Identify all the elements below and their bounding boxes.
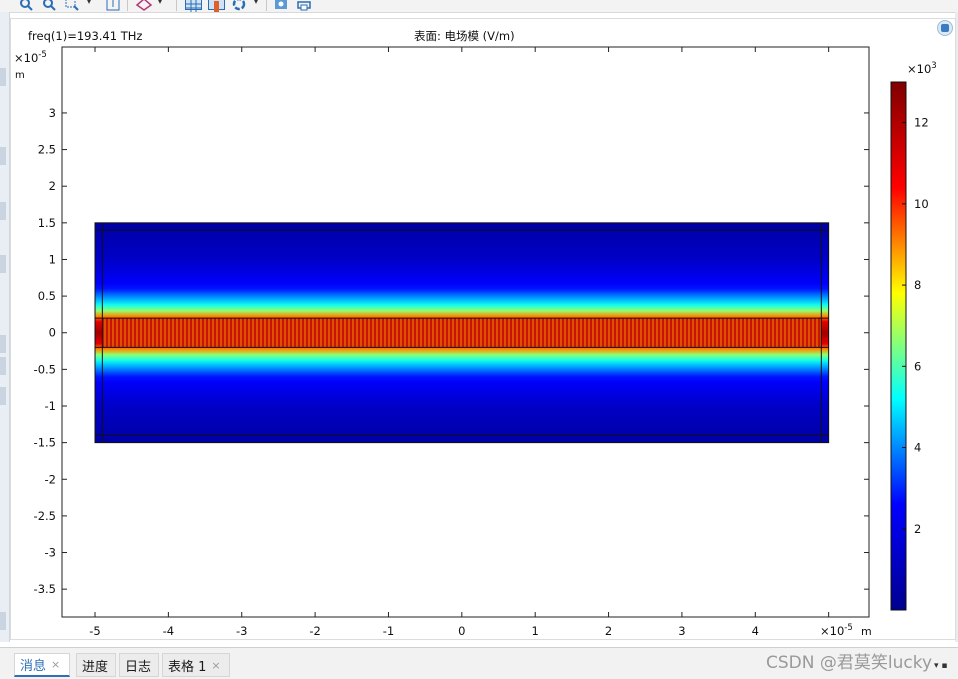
y-tick-label: 0 — [49, 326, 56, 340]
y-tick-label: 0.5 — [38, 289, 56, 303]
y-unit-label: m — [15, 70, 25, 81]
svg-text:×103: ×103 — [907, 61, 937, 76]
colorbar-exponent-label: ×103 — [907, 61, 937, 76]
y-tick-label: -3.5 — [34, 582, 56, 596]
colorbar-gradient — [890, 81, 907, 611]
y-tick-label: -0.5 — [34, 362, 56, 376]
colorbar-exponent-base: ×10 — [907, 62, 931, 76]
y-tick-label: 1.5 — [38, 216, 56, 230]
tab-progress-label: 进度 — [82, 659, 109, 675]
y-tick-label: -2 — [45, 472, 56, 486]
x-tick-label: -4 — [163, 624, 174, 638]
y-tick-label: 1 — [49, 252, 56, 266]
y-exponent-power: -5 — [38, 50, 46, 60]
tab-progress[interactable]: 进度 — [76, 653, 116, 677]
colorbar-tick-label: 4 — [914, 441, 921, 455]
field-surface — [94, 222, 830, 444]
freq-label: freq(1)=193.41 THz — [28, 29, 142, 43]
plot-title: 表面: 电场模 (V/m) — [414, 29, 515, 43]
x-tick-label: 1 — [532, 624, 539, 638]
tab-table-1-close-icon[interactable]: × — [211, 659, 220, 672]
x-unit-label: m — [861, 625, 872, 638]
x-exponent-power: -5 — [844, 623, 852, 633]
tab-messages-close-icon[interactable]: × — [51, 658, 60, 671]
x-exponent-base: ×10 — [820, 624, 844, 638]
watermark: CSDN @君莫笑lucky — [766, 653, 933, 673]
colorbar: ×103 2 4 6 8 10 12 — [890, 61, 937, 611]
x-tick-label: 2 — [605, 624, 612, 638]
y-tick-label: 2 — [49, 179, 56, 193]
tab-messages[interactable]: 消息 × — [14, 653, 70, 677]
colorbar-tick-label: 8 — [914, 278, 921, 292]
tab-log[interactable]: 日志 — [119, 653, 159, 677]
colorbar-tick-label: 12 — [914, 116, 929, 130]
tab-table-1-label: 表格 1 — [168, 659, 207, 675]
x-tick-label: -2 — [309, 624, 320, 638]
x-tick-label: 3 — [678, 624, 685, 638]
y-tick-label: -2.5 — [34, 509, 56, 523]
colorbar-exponent-power: 3 — [931, 61, 936, 71]
x-tick-label: 0 — [458, 624, 465, 638]
x-tick-label: -1 — [383, 624, 394, 638]
y-exponent-base: ×10 — [14, 51, 38, 65]
waveguide-core — [102, 318, 822, 348]
tab-table-1[interactable]: 表格 1 × — [162, 653, 230, 677]
tab-log-label: 日志 — [125, 659, 152, 675]
panel-menu-icon[interactable]: ▾ ▪ — [934, 661, 947, 671]
y-tick-label: -1.5 — [34, 436, 56, 450]
plot-canvas[interactable]: freq(1)=193.41 THz 表面: 电场模 (V/m) ×10-5 m… — [0, 0, 958, 678]
colorbar-tick-label: 10 — [914, 197, 929, 211]
y-tick-label: 2.5 — [38, 143, 56, 157]
y-tick-label: -3 — [45, 546, 56, 560]
colorbar-tick-label: 6 — [914, 359, 921, 373]
tab-messages-label: 消息 — [20, 659, 47, 674]
svg-text:×10-5: ×10-5 — [14, 50, 47, 65]
x-tick-label: 4 — [752, 624, 759, 638]
y-exponent-label: ×10-5 — [14, 50, 47, 65]
y-tick-label: -1 — [45, 399, 56, 413]
svg-text:×10-5: ×10-5 — [820, 623, 853, 638]
x-exponent-label: ×10-5 — [820, 623, 853, 638]
x-tick-label: -5 — [89, 624, 100, 638]
x-tick-label: -3 — [236, 624, 247, 638]
colorbar-tick-label: 2 — [914, 522, 921, 536]
y-tick-label: 3 — [49, 106, 56, 120]
